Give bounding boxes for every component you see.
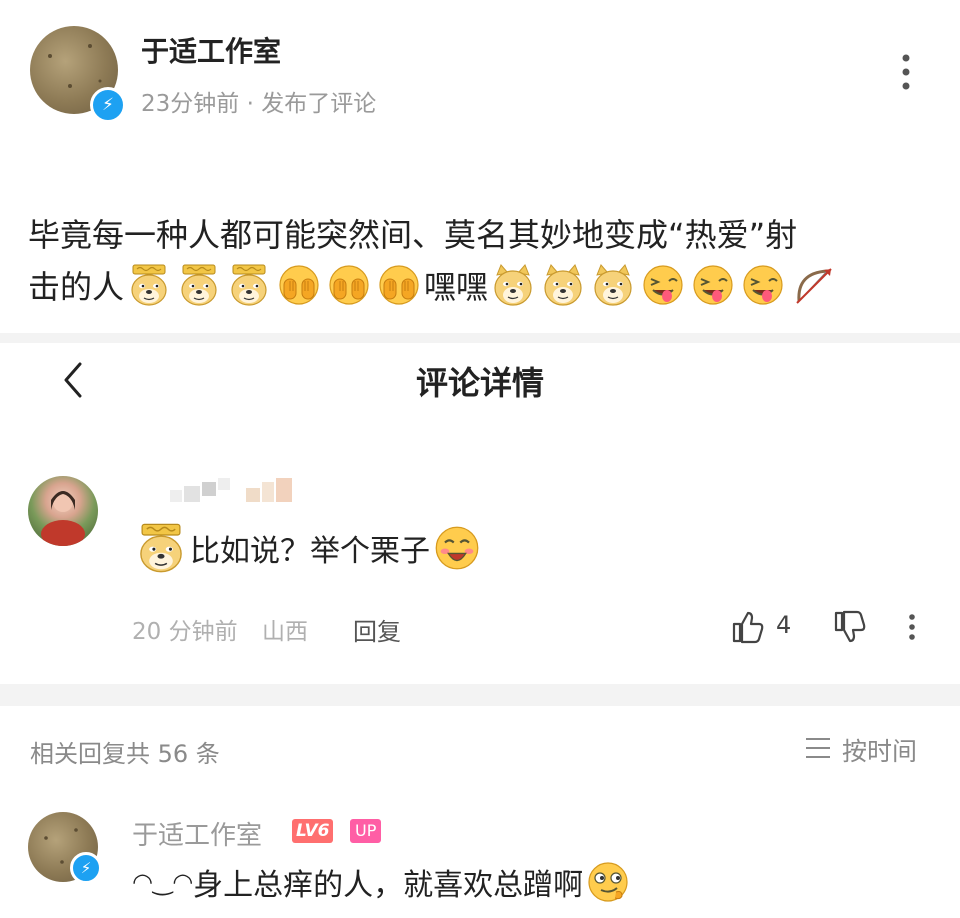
post-text-line-2: 击的人 嘿嘿 bbox=[28, 262, 838, 308]
page-title: 评论详情 bbox=[415, 364, 544, 402]
comment-location: 山西 bbox=[262, 619, 308, 645]
section-divider bbox=[0, 333, 960, 343]
post-meta: 23分钟前 · 发布了评论 bbox=[141, 91, 377, 117]
commenter-name-blurred bbox=[170, 478, 294, 506]
sort-list-icon bbox=[806, 738, 830, 758]
thumbs-down-icon bbox=[834, 610, 866, 643]
doge-emoji bbox=[591, 263, 635, 307]
tongue-face-emoji bbox=[691, 263, 735, 307]
verified-icon: ⚡ bbox=[70, 852, 102, 884]
reply-text-prefix: ◠‿◠ bbox=[132, 868, 194, 896]
cover-face-emoji bbox=[377, 263, 421, 307]
thumbs-up-icon bbox=[732, 611, 764, 644]
reply-text: ◠‿◠身上总痒的人，就喜欢总蹭啊 bbox=[132, 860, 633, 904]
comment-body: 比如说？举个栗子 bbox=[190, 534, 430, 569]
comment-text: 比如说？举个栗子 bbox=[132, 522, 484, 574]
avatar-figure bbox=[41, 491, 85, 546]
commenter-avatar[interactable] bbox=[28, 476, 98, 546]
level-badge: LV6 bbox=[292, 819, 334, 843]
up-badge: UP bbox=[350, 819, 382, 843]
replies-count: 相关回复共 56 条 bbox=[30, 740, 220, 768]
comment-more-icon[interactable] bbox=[904, 612, 920, 642]
reply-button[interactable]: 回复 bbox=[353, 612, 401, 647]
doge-crown-emoji bbox=[127, 263, 171, 307]
like-button[interactable]: 4 bbox=[730, 607, 800, 647]
doge-emoji bbox=[541, 263, 585, 307]
tongue-face-emoji bbox=[641, 263, 685, 307]
post-text-prefix: 击的人 bbox=[28, 268, 125, 306]
comment-time: 20 分钟前 bbox=[132, 619, 238, 645]
bow-arrow-emoji bbox=[791, 263, 835, 307]
doge-emoji bbox=[491, 263, 535, 307]
doge-crown-emoji bbox=[227, 263, 271, 307]
post-author-name[interactable]: 于适工作室 bbox=[141, 30, 281, 70]
reply-author-name[interactable]: 于适工作室 bbox=[132, 815, 262, 852]
like-count: 4 bbox=[776, 611, 792, 639]
post-text-line-1: 毕竟每一种人都可能突然间、莫名其妙地变成“热爱”射 bbox=[28, 216, 798, 254]
doge-crown-emoji bbox=[177, 263, 221, 307]
verified-icon: ⚡ bbox=[90, 87, 126, 123]
cover-face-emoji bbox=[277, 263, 321, 307]
more-options-icon[interactable] bbox=[896, 52, 916, 92]
section-divider bbox=[0, 684, 960, 706]
doge-crown-emoji bbox=[135, 522, 187, 574]
sort-label: 按时间 bbox=[842, 737, 918, 766]
sort-button[interactable]: 按时间 bbox=[804, 730, 934, 766]
post-text-mid: 嘿嘿 bbox=[424, 268, 489, 306]
blush-face-emoji bbox=[433, 524, 481, 572]
cover-face-emoji bbox=[327, 263, 371, 307]
tongue-face-emoji bbox=[741, 263, 785, 307]
smirk-face-emoji bbox=[586, 860, 630, 904]
dislike-button[interactable] bbox=[832, 609, 868, 645]
reply-body: 身上总痒的人，就喜欢总蹭啊 bbox=[193, 868, 584, 903]
